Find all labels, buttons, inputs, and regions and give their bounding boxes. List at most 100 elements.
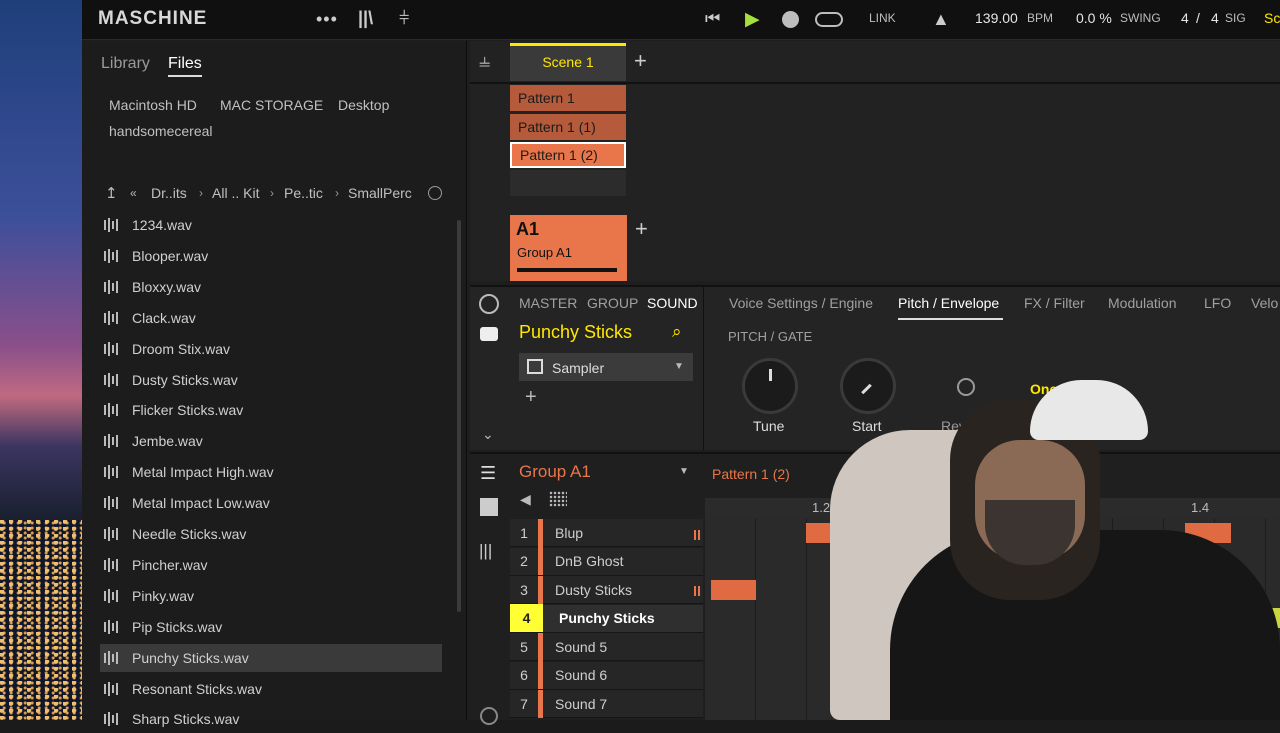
empty-pattern-slot[interactable]: [510, 170, 626, 196]
file-name: 1234.wav: [132, 217, 192, 233]
audio-file-icon: [104, 279, 120, 294]
file-item[interactable]: Jembe.wav: [100, 427, 442, 455]
waveform-icon[interactable]: |||: [479, 541, 492, 561]
note-event[interactable]: [711, 580, 756, 600]
editor-tab[interactable]: LFO: [1204, 295, 1231, 311]
breadcrumb-item[interactable]: Pe..tic: [284, 185, 323, 201]
editor-tab[interactable]: Modulation: [1108, 295, 1177, 311]
sound-slot[interactable]: 3 Dusty Sticks: [510, 575, 703, 604]
list-view-icon[interactable]: ☰: [480, 463, 496, 484]
file-item[interactable]: Pinky.wav: [100, 582, 442, 610]
group-title[interactable]: Group A1: [519, 462, 591, 482]
plugin-select[interactable]: [519, 353, 693, 381]
sound-slot[interactable]: 2 DnB Ghost: [510, 547, 703, 576]
file-item[interactable]: Bloxxy.wav: [100, 273, 442, 301]
file-item[interactable]: Resonant Sticks.wav: [100, 675, 442, 703]
add-scene-button[interactable]: +: [634, 48, 647, 74]
grid-icon[interactable]: [549, 491, 567, 507]
loop-icon[interactable]: [815, 12, 843, 27]
file-item[interactable]: Sharp Sticks.wav: [100, 705, 442, 733]
tune-knob[interactable]: [742, 358, 798, 414]
plugin-icon[interactable]: [480, 327, 498, 341]
back-icon[interactable]: «: [130, 186, 137, 200]
pattern-slot-selected[interactable]: Pattern 1 (2): [510, 142, 626, 168]
sound-name: Sound 6: [555, 667, 608, 683]
file-name: Resonant Sticks.wav: [132, 680, 262, 697]
editor-tab[interactable]: Velo: [1251, 295, 1278, 311]
record-icon[interactable]: [782, 11, 799, 28]
settings-icon[interactable]: [480, 707, 498, 725]
level-group[interactable]: GROUP: [587, 295, 638, 311]
up-folder-icon[interactable]: ↥: [105, 184, 118, 202]
sound-slot-selected[interactable]: 4 Punchy Sticks: [510, 604, 703, 633]
sound-name: Sound 7: [555, 695, 608, 712]
sig-numerator[interactable]: 4: [1181, 10, 1189, 26]
tab-files[interactable]: Files: [168, 55, 202, 77]
file-item[interactable]: Droom Stix.wav: [100, 335, 442, 363]
breadcrumb-item[interactable]: All .. Kit: [212, 185, 259, 201]
collapse-icon[interactable]: ⌄: [482, 426, 494, 443]
mixer-icon[interactable]: ⫩: [399, 8, 409, 29]
pattern-slot[interactable]: Pattern 1: [510, 85, 626, 111]
editor-tab[interactable]: FX / Filter: [1024, 295, 1085, 311]
sound-slot[interactable]: 7 Sound 7: [510, 689, 703, 718]
swing-value[interactable]: 0.0 %: [1076, 10, 1112, 26]
sound-slot[interactable]: 5 Sound 5: [510, 632, 703, 661]
level-sound[interactable]: SOUND: [647, 295, 698, 311]
sound-name[interactable]: Punchy Sticks: [519, 322, 632, 343]
audio-file-icon: [104, 403, 120, 418]
history-icon[interactable]: [428, 186, 442, 200]
file-item-selected[interactable]: Punchy Sticks.wav: [100, 643, 442, 672]
pattern-name[interactable]: Pattern 1 (2): [712, 466, 790, 482]
audio-file-icon: [104, 527, 120, 541]
editor-tab[interactable]: Pitch / Envelope: [898, 295, 999, 311]
location-handsomecereal[interactable]: handsomecereal: [109, 123, 213, 139]
speaker-icon[interactable]: ◀: [520, 491, 531, 508]
sound-name: Sound 5: [555, 638, 608, 655]
sound-color-chip: [538, 632, 543, 661]
link-button[interactable]: LINK: [869, 11, 896, 25]
add-group-button[interactable]: +: [635, 216, 648, 242]
file-item[interactable]: Blooper.wav: [100, 242, 442, 270]
add-plugin-button[interactable]: +: [525, 386, 537, 409]
file-item[interactable]: Pincher.wav: [100, 551, 442, 579]
file-item[interactable]: Pip Sticks.wav: [100, 613, 442, 641]
scene-1[interactable]: Scene 1: [510, 43, 626, 81]
location-desktop[interactable]: Desktop: [338, 97, 389, 113]
arranger-toggle-icon[interactable]: ⫨: [479, 50, 490, 73]
skip-back-icon[interactable]: ⏮: [705, 9, 720, 29]
tempo-value[interactable]: 139.00: [975, 10, 1018, 26]
location-macintosh-hd[interactable]: Macintosh HD: [109, 97, 197, 113]
file-item[interactable]: Dusty Sticks.wav: [100, 366, 442, 394]
level-master[interactable]: MASTER: [519, 295, 577, 311]
file-item[interactable]: Clack.wav: [100, 304, 442, 332]
menu-dots-icon[interactable]: •••: [316, 9, 338, 30]
breadcrumb-item[interactable]: SmallPerc: [348, 185, 412, 201]
sig-denominator[interactable]: 4: [1211, 10, 1219, 26]
editor-tab[interactable]: Voice Settings / Engine: [729, 295, 873, 311]
pattern-slot[interactable]: Pattern 1 (1): [510, 114, 626, 140]
sig-label: SIG: [1225, 11, 1246, 25]
top-bar-overflow: Sc: [1264, 10, 1280, 26]
browser-scrollbar[interactable]: [457, 220, 461, 612]
file-item[interactable]: Flicker Sticks.wav: [100, 396, 442, 424]
library-icon[interactable]: ||\: [358, 8, 373, 29]
document-icon[interactable]: [480, 498, 498, 516]
file-name: Needle Sticks.wav: [132, 526, 247, 542]
file-item[interactable]: Metal Impact High.wav: [100, 458, 442, 486]
audio-file-icon: [104, 588, 120, 603]
file-item[interactable]: Needle Sticks.wav: [100, 520, 442, 548]
file-name: Metal Impact Low.wav: [132, 495, 270, 512]
sound-slot[interactable]: 6 Sound 6: [510, 661, 703, 690]
tab-library[interactable]: Library: [101, 55, 150, 73]
search-icon[interactable]: ⌕: [672, 322, 682, 342]
metronome-icon[interactable]: ▲: [932, 9, 950, 30]
file-item[interactable]: Metal Impact Low.wav: [100, 489, 442, 517]
location-mac-storage[interactable]: MAC STORAGE: [220, 97, 323, 113]
sound-slot[interactable]: 1 Blup: [510, 518, 703, 547]
breadcrumb-item[interactable]: Dr..its: [151, 185, 187, 201]
chevron-down-icon[interactable]: ▼: [679, 466, 689, 477]
browse-icon[interactable]: [479, 294, 499, 314]
file-item[interactable]: 1234.wav: [100, 211, 442, 239]
play-icon[interactable]: ▶: [745, 8, 760, 31]
